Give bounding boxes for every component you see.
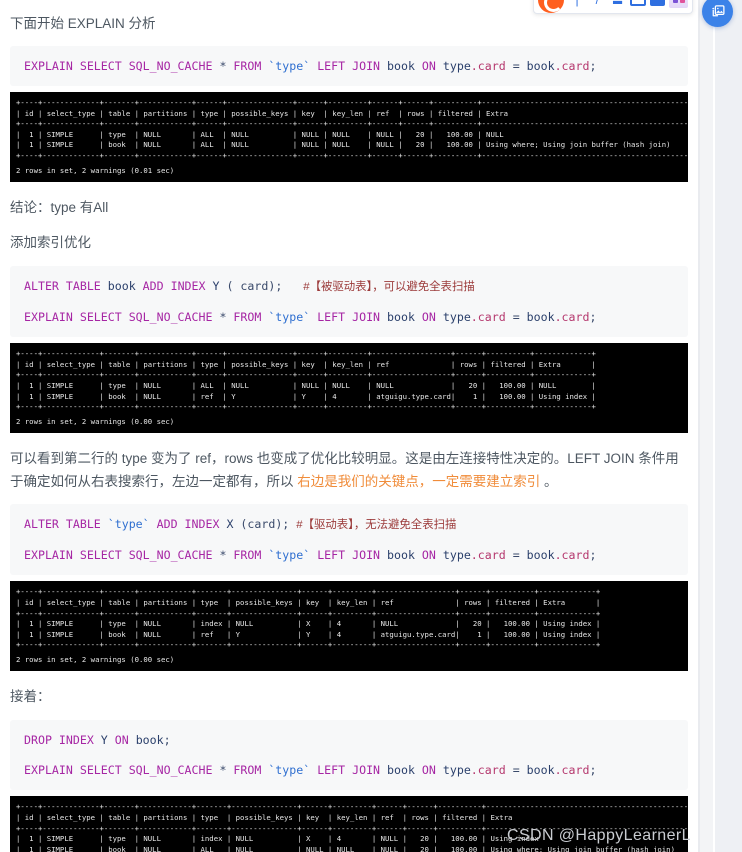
- color-swatch-button[interactable]: [669, 0, 689, 10]
- console-output-1: +----+-------------+-------+------------…: [10, 92, 688, 183]
- section-heading-2: 添加索引优化: [10, 235, 91, 251]
- console-output-3: +----+-------------+-------+------------…: [10, 581, 688, 672]
- console-status-2: 2 rows in set, 2 warnings (0.00 sec): [16, 416, 175, 426]
- console-table-3: +----+-------------+-------+------------…: [16, 587, 601, 650]
- conclusion-text-1: 结论：type 有All: [10, 200, 109, 216]
- csdn-logo-icon: [538, 0, 564, 13]
- solid-box-button[interactable]: [649, 0, 667, 10]
- console-output-2: +----+-------------+-------+------------…: [10, 343, 688, 434]
- csdn-watermark: CSDN @HappyLearnerL: [507, 827, 691, 844]
- page-root: 下面开始 EXPLAIN 分析 EXPLAIN SELECT SQL_NO_CA…: [0, 0, 742, 852]
- analysis-highlight: 右边是我们的关键点，一定需要建立索引: [297, 474, 541, 490]
- page-scrollbar-gutter[interactable]: [698, 0, 742, 852]
- console-status-1: 2 rows in set, 2 warnings (0.01 sec): [16, 165, 175, 175]
- bold-button[interactable]: |: [568, 0, 586, 10]
- sql-code-block-2[interactable]: ALTER TABLE book ADD INDEX Y ( card); #【…: [10, 266, 688, 338]
- sql-code-block-4[interactable]: DROP INDEX Y ON book; EXPLAIN SELECT SQL…: [10, 720, 688, 791]
- console-status-3: 2 rows in set, 2 warnings (0.00 sec): [16, 654, 175, 664]
- sql-code-block-3[interactable]: ALTER TABLE `type` ADD INDEX X (card); #…: [10, 504, 688, 576]
- analysis-paragraph: 可以看到第二行的 type 变为了 ref，rows 也变成了优化比较明显。这是…: [0, 441, 698, 498]
- formatting-toolbar[interactable]: | / ⏏: [533, 0, 693, 14]
- scrollbar-track[interactable]: [700, 0, 713, 852]
- sql-code-block-1[interactable]: EXPLAIN SELECT SQL_NO_CACHE * FROM `type…: [10, 46, 688, 86]
- outer-page-background: [715, 0, 742, 852]
- pin-icon[interactable]: ⏏: [608, 0, 626, 10]
- next-step-label: 接着：: [10, 689, 51, 705]
- outline-box-button[interactable]: [629, 0, 647, 10]
- article-body: 下面开始 EXPLAIN 分析 EXPLAIN SELECT SQL_NO_CA…: [0, 0, 698, 852]
- italic-button[interactable]: /: [588, 0, 606, 10]
- image-convert-icon: [711, 5, 725, 17]
- console-table-2: +----+-------------+-------+------------…: [16, 349, 596, 412]
- console-table-1: +----+-------------+-------+------------…: [16, 98, 688, 160]
- analysis-text-part-2: 。: [540, 474, 558, 490]
